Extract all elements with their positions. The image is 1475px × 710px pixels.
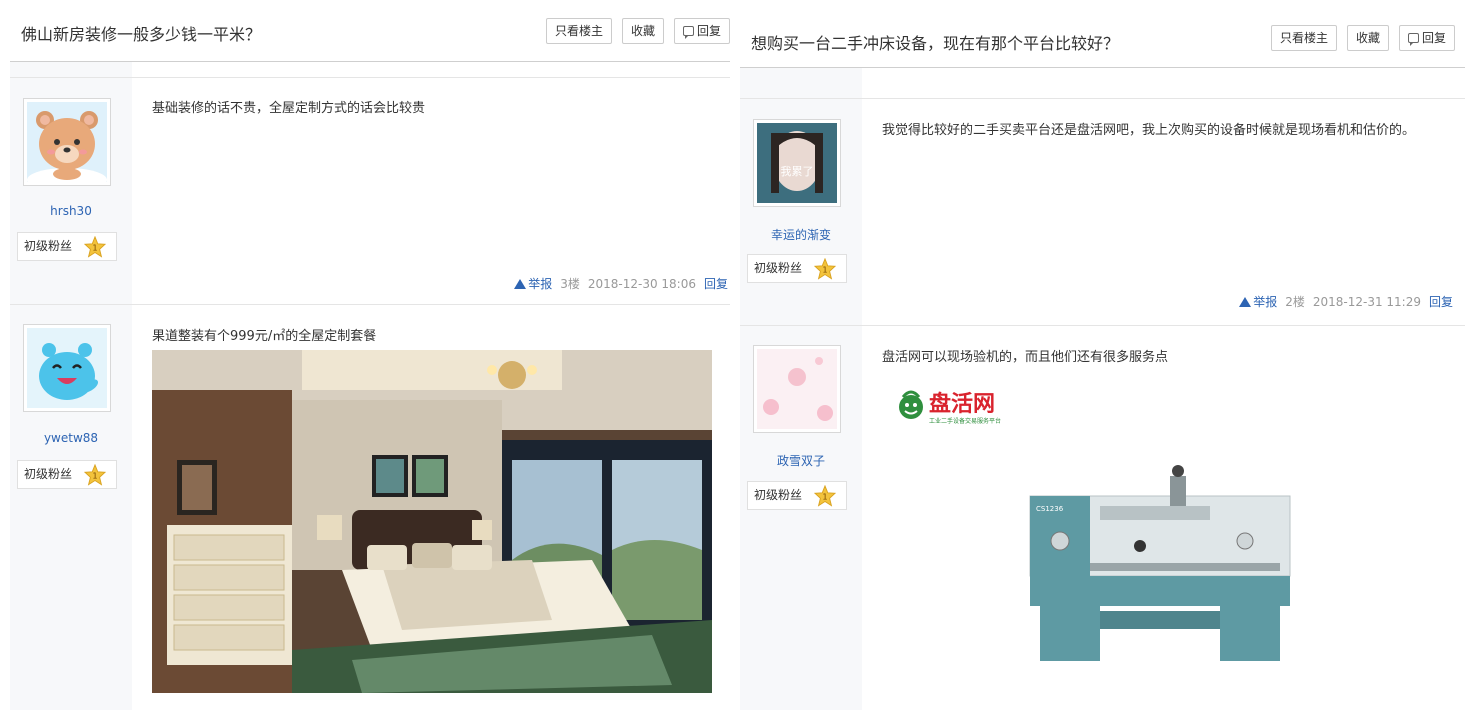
fan-level-label: 初级粉丝 [754, 261, 803, 275]
only-op-button[interactable]: 只看楼主 [545, 18, 612, 44]
bedroom-photo[interactable] [152, 350, 712, 693]
post-floor-3: hrsh30 初级粉丝 1 基础装修的话不贵，全屋定制方式的话会比较贵 举报 3… [10, 77, 730, 304]
svg-text:我累了: 我累了 [781, 165, 814, 178]
spacer [740, 68, 1465, 98]
post-content: 我觉得比较好的二手买卖平台还是盘活网吧，我上次购买的设备时候就是现场看机和估价的… [882, 123, 1416, 138]
svg-text:工业二手设备交易服务平台: 工业二手设备交易服务平台 [929, 417, 1001, 425]
post-content: 基础装修的话不贵，全屋定制方式的话会比较贵 [152, 101, 426, 116]
favorite-label: 收藏 [1355, 31, 1380, 45]
thread-actions: 只看楼主 收藏 回复 [545, 18, 730, 44]
fan-level-badge: 初级粉丝 1 [17, 232, 117, 261]
fan-level-label: 初级粉丝 [24, 239, 73, 253]
report-link[interactable]: 举报 [1239, 293, 1277, 310]
panhuo-logo[interactable]: 盘活网 工业二手设备交易服务平台 [895, 383, 1065, 427]
thread-title: 想购买一台二手冲床设备，现在有那个平台比较好？ [751, 34, 1120, 53]
fan-level-label: 初级粉丝 [24, 467, 73, 481]
fan-level-badge: 初级粉丝 1 [17, 460, 117, 489]
username[interactable]: 政雪双子 [740, 452, 862, 469]
floor-number: 2楼 [1285, 295, 1305, 309]
post-time: 2018-12-31 11:29 [1312, 294, 1421, 309]
thread-title: 佛山新房装修一般多少钱一平米？ [21, 25, 262, 44]
report-label: 举报 [528, 277, 553, 291]
fan-level-badge: 初级粉丝 1 [747, 254, 847, 283]
reply-link[interactable]: 回复 [1429, 293, 1453, 310]
warning-icon [514, 279, 527, 289]
post-floor-2: 我累了 幸运的渐变 初级粉丝 1 我觉得比较好的二手买卖平台还是盘活网吧，我上次… [740, 98, 1465, 325]
bedroom-image-icon [152, 350, 712, 693]
favorite-label: 收藏 [630, 24, 655, 38]
post-content: 盘活网可以现场验机的，而且他们还有很多服务点 [882, 350, 1169, 365]
bear-avatar-icon [27, 111, 107, 182]
thread-header: 想购买一台二手冲床设备，现在有那个平台比较好？ 只看楼主 收藏 回复 [740, 0, 1465, 68]
spacer [10, 62, 730, 77]
thread-actions: 只看楼主 收藏 回复 [1270, 25, 1455, 51]
left-thread-panel: 佛山新房装修一般多少钱一平米？ 只看楼主 收藏 回复 hrsh30 初级粉丝 1… [10, 0, 730, 710]
star-badge-icon: 1 [814, 258, 836, 280]
favorite-button[interactable]: 收藏 [621, 18, 664, 44]
avatar[interactable]: 我累了 [753, 119, 841, 207]
svg-text:盘活网: 盘活网 [929, 391, 995, 417]
fan-level-badge: 初级粉丝 1 [747, 481, 847, 510]
favorite-button[interactable]: 收藏 [1346, 25, 1389, 51]
pink-floral-avatar-icon [757, 349, 837, 429]
comment-icon [1407, 33, 1419, 46]
username[interactable]: hrsh30 [10, 204, 132, 218]
only-op-button[interactable]: 只看楼主 [1270, 25, 1337, 51]
svg-text:1: 1 [822, 492, 827, 502]
svg-text:CS1236: CS1236 [1036, 505, 1064, 513]
post-floor-3: 政雪双子 初级粉丝 1 盘活网可以现场验机的，而且他们还有很多服务点 盘活网 工… [740, 325, 1465, 710]
girl-photo-avatar-icon: 我累了 [757, 123, 837, 203]
post-time: 2018-12-30 18:06 [587, 276, 696, 291]
svg-text:1: 1 [92, 471, 97, 481]
report-link[interactable]: 举报 [514, 275, 552, 292]
post-floor-4: ywetw88 初级粉丝 1 果道整装有个999元/㎡的全屋定制套餐 [10, 304, 730, 710]
reply-label: 回复 [696, 24, 721, 38]
warning-icon [1239, 297, 1252, 307]
avatar[interactable] [23, 98, 111, 186]
only-op-label: 只看楼主 [1279, 31, 1328, 45]
panhuo-logo-icon: 盘活网 工业二手设备交易服务平台 [899, 390, 1001, 425]
comment-icon [682, 26, 694, 39]
star-badge-icon: 1 [84, 464, 106, 486]
username[interactable]: ywetw88 [10, 431, 132, 445]
lathe-machine-photo[interactable]: CS1236 [1020, 451, 1300, 671]
svg-text:1: 1 [822, 265, 827, 275]
post-meta: 举报 3楼 2018-12-30 18:06 回复 [514, 275, 728, 292]
floor-number: 3楼 [560, 277, 580, 291]
reply-label: 回复 [1421, 31, 1446, 45]
reply-link[interactable]: 回复 [704, 275, 728, 292]
reply-button[interactable]: 回复 [1398, 25, 1455, 51]
star-badge-icon: 1 [814, 485, 836, 507]
right-thread-panel: 想购买一台二手冲床设备，现在有那个平台比较好？ 只看楼主 收藏 回复 我累了 幸… [740, 0, 1465, 710]
username[interactable]: 幸运的渐变 [740, 226, 862, 243]
report-label: 举报 [1253, 295, 1278, 309]
fan-level-label: 初级粉丝 [754, 488, 803, 502]
star-badge-icon: 1 [84, 236, 106, 258]
only-op-label: 只看楼主 [554, 24, 603, 38]
avatar[interactable] [753, 345, 841, 433]
lathe-machine-icon: CS1236 [1020, 451, 1300, 671]
reply-button[interactable]: 回复 [673, 18, 730, 44]
avatar[interactable] [23, 324, 111, 412]
post-meta: 举报 2楼 2018-12-31 11:29 回复 [1239, 293, 1453, 310]
post-content: 果道整装有个999元/㎡的全屋定制套餐 [152, 329, 377, 344]
thread-header: 佛山新房装修一般多少钱一平米？ 只看楼主 收藏 回复 [10, 0, 730, 62]
blue-creature-avatar-icon [39, 343, 99, 400]
svg-text:1: 1 [92, 243, 97, 253]
